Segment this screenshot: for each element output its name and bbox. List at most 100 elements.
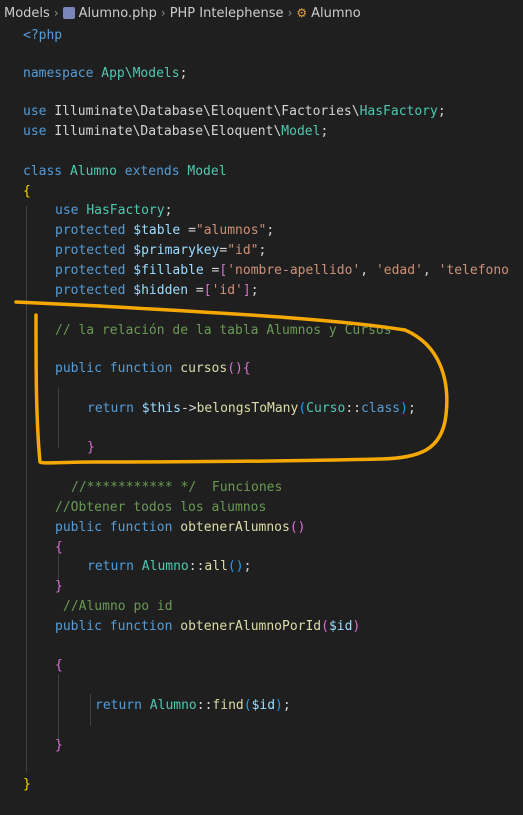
code-line[interactable]: public function cursos(){ (55, 359, 251, 379)
code-line[interactable]: protected $table ="alumnos"; (55, 221, 274, 241)
code-line[interactable]: use HasFactory; (55, 201, 172, 221)
paren: ) (352, 619, 361, 634)
punct: ; (282, 698, 291, 713)
breadcrumb-folder[interactable]: Models (4, 6, 50, 21)
chevron-right-icon: › (160, 6, 166, 20)
keyword: function (109, 520, 181, 535)
method-name: find (212, 698, 244, 713)
code-line[interactable]: protected $primarykey="id"; (55, 241, 266, 261)
code-line[interactable]: { (23, 182, 31, 202)
class-name: Alumno (69, 164, 125, 179)
brace: { (23, 184, 31, 199)
code-editor[interactable]: <?php namespace App\Models; use Illumina… (0, 26, 523, 815)
keyword: extends (124, 164, 188, 179)
breadcrumb-file-label: Alumno.php (78, 5, 157, 21)
keyword: use (23, 104, 55, 119)
class-name: HasFactory (359, 104, 438, 119)
operator: :: (196, 698, 213, 713)
keyword: use (23, 124, 55, 139)
operator: :: (345, 401, 361, 416)
code-line[interactable]: class Alumno extends Model (23, 162, 227, 182)
class-name: Alumno (149, 698, 197, 713)
brace: } (55, 579, 63, 594)
punct: , (422, 263, 439, 278)
code-line[interactable]: // la relación de la tabla Alumnos y Cur… (55, 321, 392, 341)
keyword: protected (55, 283, 134, 298)
code-line[interactable]: use Illuminate\Database\Eloquent\Factori… (23, 102, 446, 122)
paren: () (227, 559, 244, 574)
punct: ; (320, 124, 329, 139)
code-line[interactable]: //Alumno po id (63, 597, 173, 617)
punct: ; (243, 559, 252, 574)
paren: ( (243, 698, 252, 713)
class-name: Model (187, 164, 227, 179)
keyword: protected (55, 243, 134, 258)
class-name: Alumno (141, 559, 189, 574)
code-line[interactable]: use Illuminate\Database\Eloquent\Model; (23, 122, 328, 142)
string: 'nombre-apellido' (227, 263, 361, 278)
punct: ; (437, 104, 446, 119)
code-line[interactable]: return Alumno::find($id); (95, 696, 291, 716)
code-line[interactable]: { (55, 538, 63, 558)
keyword: use (55, 203, 87, 218)
keyword: public (55, 520, 110, 535)
code-line[interactable]: return $this->belongsToMany(Curso::class… (87, 399, 416, 419)
punct: ; (164, 203, 173, 218)
keyword: function (109, 619, 181, 634)
class-symbol-icon: ⚙ (296, 6, 308, 20)
indent-guide (26, 206, 27, 772)
paren: ) (400, 401, 408, 416)
code-line[interactable]: protected $hidden =['id']; (55, 281, 259, 301)
code-line[interactable]: protected $fillable =['nombre-apellido',… (55, 261, 509, 281)
code-line[interactable]: } (23, 775, 31, 795)
variable: $id (251, 698, 276, 713)
breadcrumb: Models › Alumno.php › PHP Intelephense ›… (0, 0, 523, 26)
function-name: obtenerAlumnos (180, 520, 290, 535)
code-line[interactable]: } (55, 736, 63, 756)
keyword: namespace (23, 66, 102, 81)
code-line[interactable]: public function obtenerAlumnoPorId($id) (55, 617, 360, 637)
variable: $hidden (133, 283, 189, 298)
punct: , (360, 263, 376, 278)
keyword: return (87, 401, 142, 416)
breadcrumb-section[interactable]: PHP Intelephense (170, 6, 284, 21)
keyword: class (23, 164, 70, 179)
code-line[interactable]: //*********** */ Funciones (71, 478, 282, 498)
code-line[interactable]: return Alumno::all(); (87, 557, 251, 577)
code-line[interactable]: { (55, 656, 63, 676)
paren: ( (321, 619, 329, 634)
string: "alumnos" (195, 223, 267, 238)
brace: { (55, 540, 63, 555)
function-name: obtenerAlumnoPorId (180, 619, 322, 634)
paren: ( (298, 401, 307, 416)
chevron-right-icon: › (53, 6, 59, 20)
breadcrumb-file[interactable]: Alumno.php (62, 5, 157, 21)
keyword: public (55, 619, 110, 634)
punct: ; (250, 283, 259, 298)
paren: () (227, 361, 243, 376)
comment: // la relación de la tabla Alumnos y Cur… (55, 323, 392, 338)
namespace-name: App\Models (101, 66, 180, 81)
code-line[interactable]: //Obtener todos los alumnos (55, 498, 266, 518)
bracket: [ (203, 283, 212, 298)
keyword: public (55, 361, 110, 376)
keyword: function (109, 361, 181, 376)
class-name: HasFactory (86, 203, 165, 218)
code-line[interactable]: namespace App\Models; (23, 64, 187, 84)
code-line[interactable]: <?php (23, 26, 62, 46)
string: 'telefono (438, 263, 510, 278)
brace: } (55, 738, 63, 753)
namespace-path: Illuminate\Database\Eloquent\Factories\ (54, 104, 360, 119)
keyword: protected (55, 263, 134, 278)
punct: ; (258, 243, 267, 258)
keyword: protected (55, 223, 134, 238)
code-line[interactable]: public function obtenerAlumnos() (55, 518, 305, 538)
code-line[interactable]: } (87, 438, 95, 458)
breadcrumb-symbol[interactable]: ⚙ Alumno (296, 6, 360, 21)
keyword: return (95, 698, 150, 713)
method-name: belongsToMany (196, 401, 299, 416)
php-file-icon (62, 7, 75, 19)
variable: $fillable (133, 263, 204, 278)
punct: ; (179, 66, 188, 81)
code-line[interactable]: } (55, 577, 63, 597)
